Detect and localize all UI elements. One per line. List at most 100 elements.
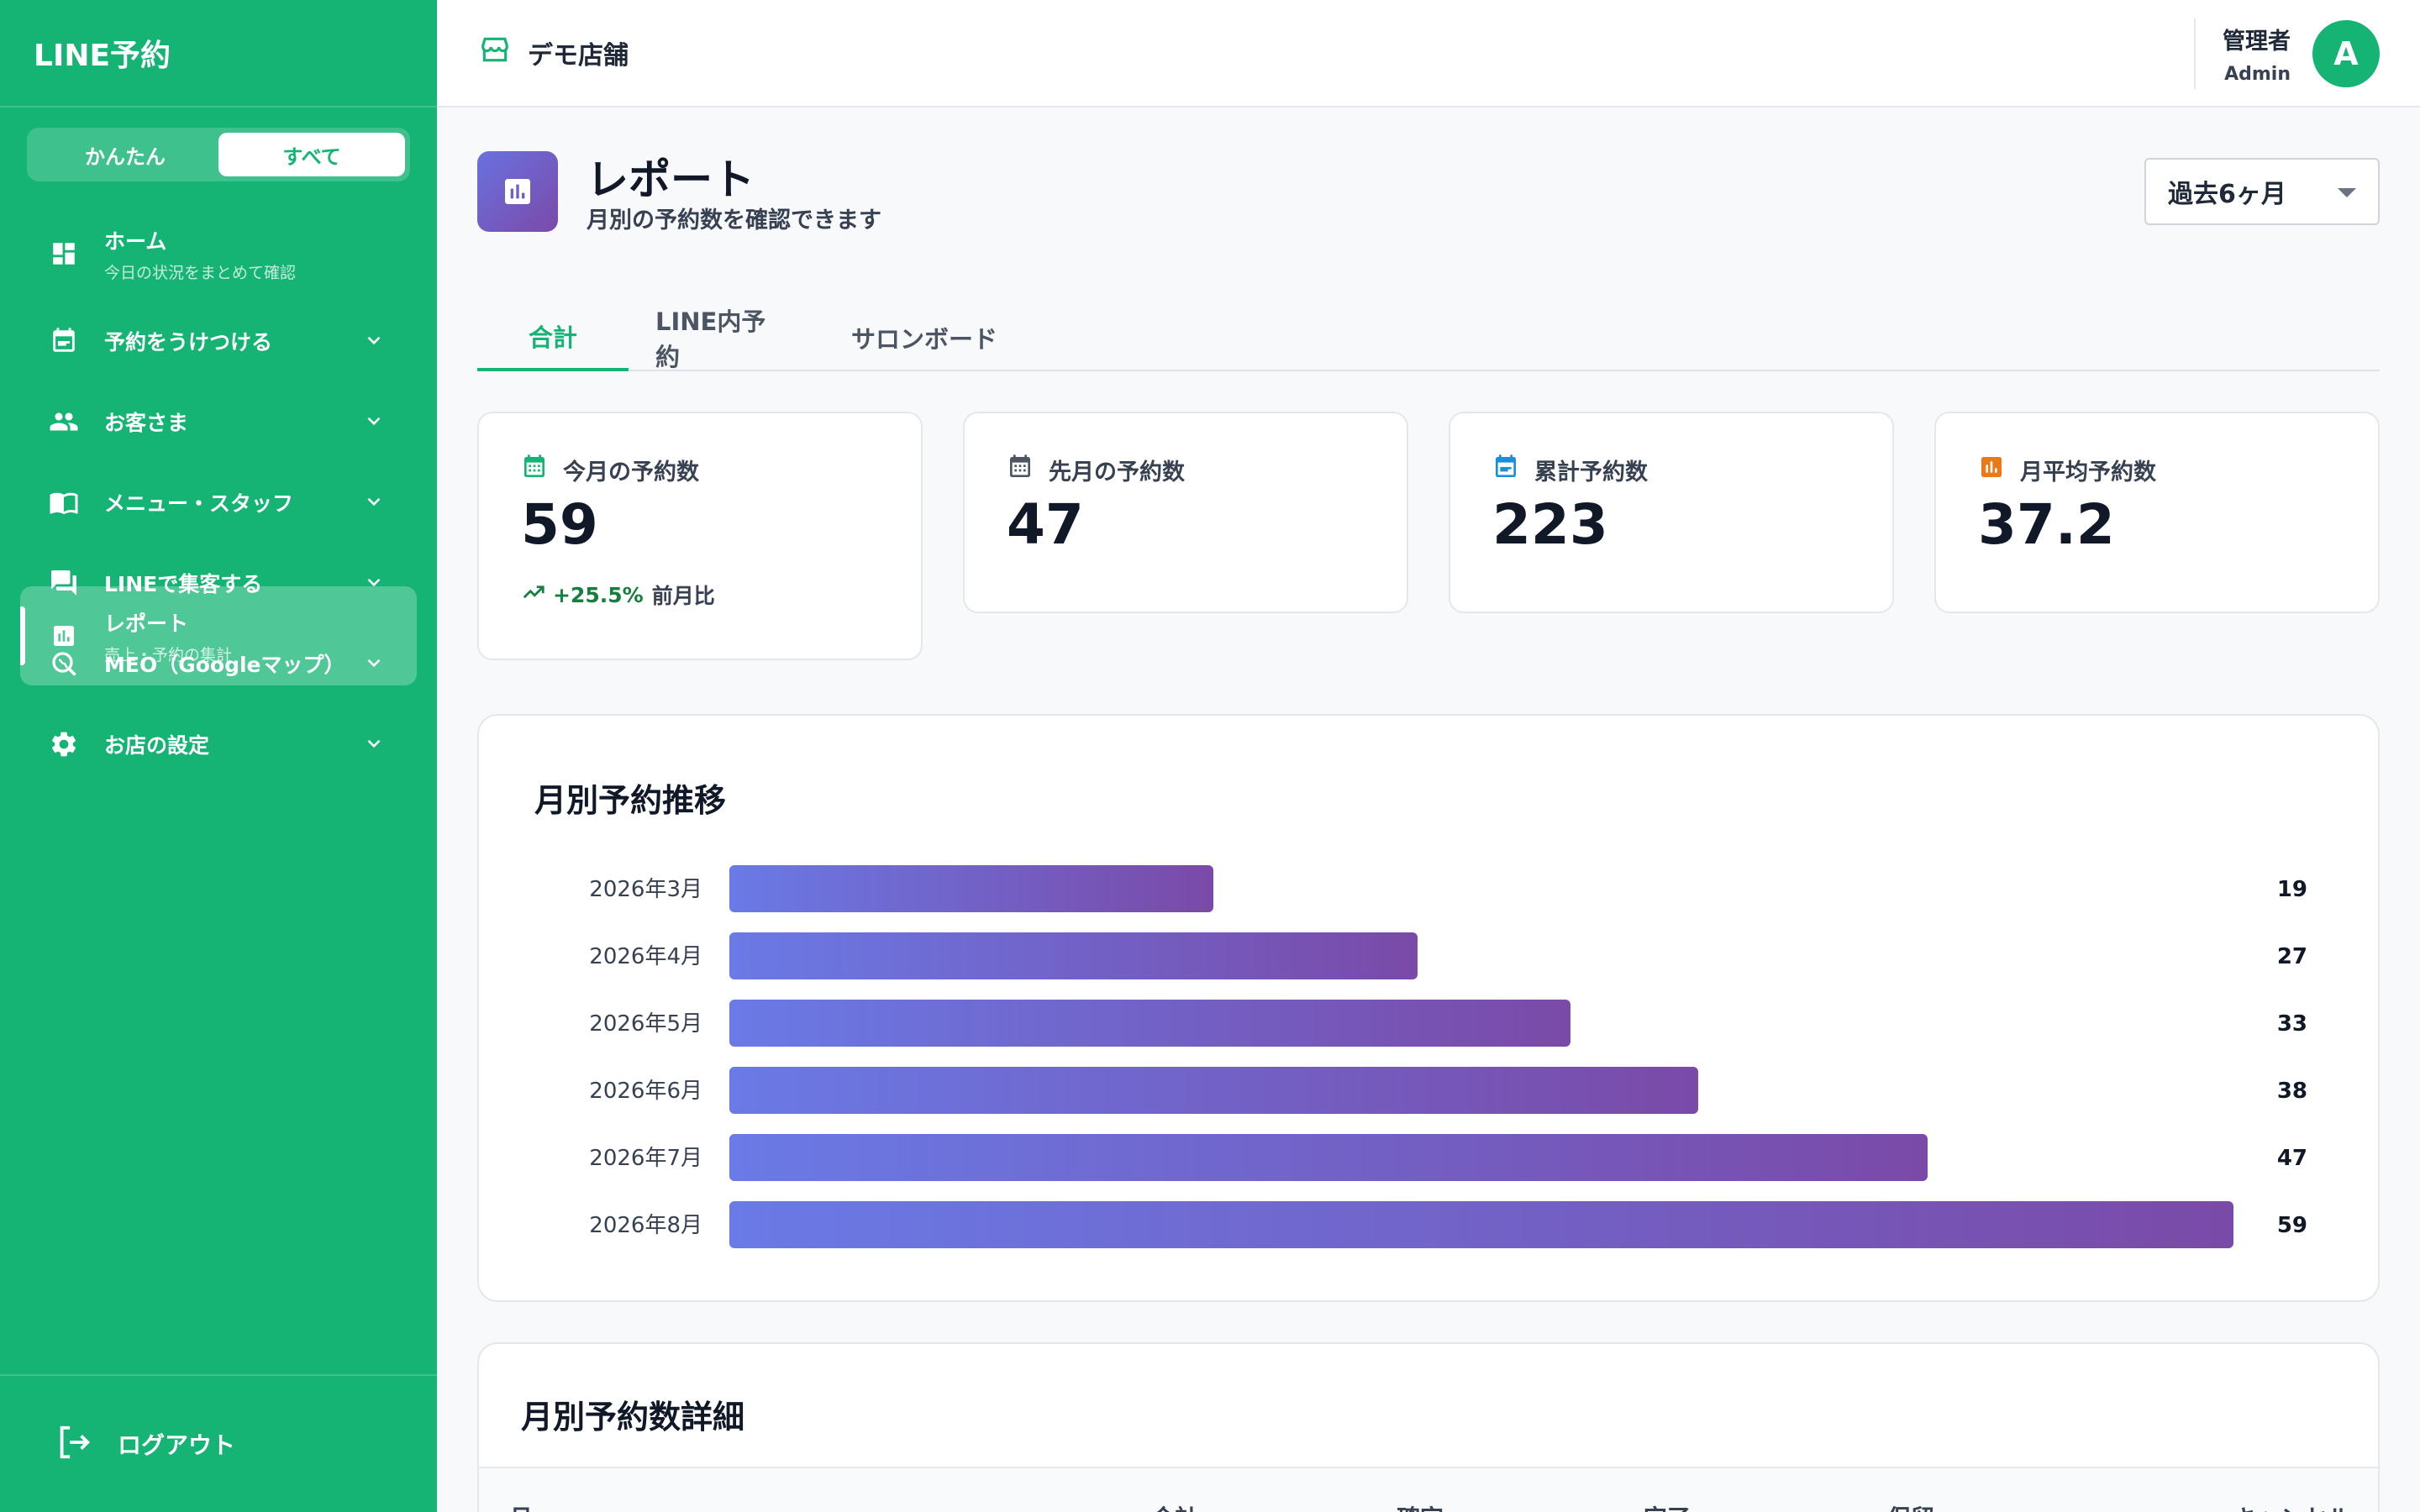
sidebar-item-home[interactable]: ホーム 今日の状況をまとめて確認 [0,207,437,301]
bar[interactable] [729,1134,1928,1181]
sidebar-nav: ホーム 今日の状況をまとめて確認 予約をうけつける お客さま メニュー・スタッフ [0,207,437,785]
report-tabs: 合計 LINE内予約 サロンボード [477,304,2380,371]
sidebar-item-label: お客さま [104,411,189,435]
user-role: 管理者 [2223,29,2291,55]
dropdown-caret-icon [2338,188,2356,197]
logout-icon [54,1423,92,1465]
bar-value-label: 59 [2277,1213,2307,1238]
stat-value: 47 [1007,492,1084,557]
tab-salon-board[interactable]: サロンボード [817,304,1032,371]
stat-card-average: 月平均予約数 37.2 [1934,412,2380,613]
sidebar-item-menu-staff[interactable]: メニュー・スタッフ [0,462,437,543]
stat-card-this-month: 今月の予約数 59 +25.5% 前月比 [477,412,923,660]
sidebar-item-report[interactable]: レポート 売上・予約の集計 [20,586,417,685]
user-name: Admin [2224,64,2291,85]
page-subtitle: 月別の予約数を確認できます [587,207,881,234]
table-title: 月別予約数詳細 [521,1399,745,1436]
stat-label: 累計予約数 [1534,459,1648,486]
chevron-down-icon[interactable] [363,491,385,516]
book-icon [47,486,81,519]
stat-trend-label: 前月比 [651,584,715,608]
stat-value: 37.2 [1978,492,2115,557]
column-header-cancelled[interactable]: キャンセル [2233,1500,2351,1512]
people-icon [47,405,81,438]
stat-card-total: 累計予約数 223 [1449,412,1894,613]
bar-category-label: 2026年7月 [589,1146,702,1171]
tab-line-reservations[interactable]: LINE内予約 [629,304,817,371]
calendar-icon [521,454,548,486]
bar-category-label: 2026年6月 [589,1079,702,1104]
calendar-icon [1007,454,1034,486]
monthly-bar-chart: 2026年3月 19 2026年4月 27 2026年5月 33 2026年6月 38 2026… [589,865,2307,1248]
column-header-month[interactable]: 月 [509,1500,533,1512]
shop-name: デモ店舗 [528,41,629,71]
dashboard-icon [47,237,81,270]
column-header-pending[interactable]: 保留 [1887,1500,1934,1512]
column-header-confirmed[interactable]: 確定 [1397,1500,1444,1512]
sidebar: LINE予約 かんたん すべて ホーム 今日の状況をまとめて確認 予約をうけつけ… [0,0,437,1512]
bar-category-label: 2026年3月 [589,877,702,902]
mode-simple-button[interactable]: かんたん [32,133,218,176]
calendar-icon [47,324,81,358]
sidebar-item-label: メニュー・スタッフ [104,491,294,516]
bar[interactable] [729,932,1418,979]
bar[interactable] [729,1201,2233,1248]
bar-value-label: 27 [2277,944,2307,969]
bar[interactable] [729,1000,1570,1047]
period-value: 過去6ヶ月 [2168,180,2286,209]
bar[interactable] [729,865,1213,912]
sidebar-item-label: ホーム [104,228,167,254]
sidebar-item-sublabel: 今日の状況をまとめて確認 [104,263,297,282]
stat-trend-percent: +25.5% [553,582,644,607]
chevron-down-icon[interactable] [363,329,385,354]
stat-label: 月平均予約数 [2020,459,2156,486]
stat-label: 先月の予約数 [1049,459,1185,486]
top-header: デモ店舗 管理者 Admin A [437,0,2420,108]
bar-value-label: 19 [2277,877,2307,902]
gear-icon [47,727,81,761]
report-icon [47,619,81,653]
header-divider [2194,18,2196,89]
bar-value-label: 33 [2277,1011,2307,1037]
tab-total[interactable]: 合計 [477,304,629,371]
stat-label: 今月の予約数 [563,459,699,486]
mode-all-button[interactable]: すべて [218,133,405,176]
bar-value-label: 38 [2277,1079,2307,1104]
column-header-completed[interactable]: 完了 [1644,1500,1691,1512]
user-menu[interactable]: 管理者 Admin A [2194,17,2380,91]
stat-card-last-month: 先月の予約数 47 [963,412,1408,613]
logout-button[interactable]: ログアウト [0,1374,437,1512]
bar-category-label: 2026年5月 [589,1011,702,1037]
period-select[interactable]: 過去6ヶ月 [2144,158,2380,225]
bar-category-label: 2026年8月 [589,1213,702,1238]
sidebar-item-reservations[interactable]: 予約をうけつける [0,301,437,381]
sidebar-item-customers[interactable]: お客さま [0,381,437,462]
bar[interactable] [729,1067,1698,1114]
logout-label: ログアウト [118,1431,236,1459]
bar-category-label: 2026年4月 [589,944,702,969]
event-note-icon [1492,454,1519,486]
sidebar-item-sublabel: 売上・予約の集計 [104,645,233,664]
page-title: レポート [587,155,755,204]
sidebar-item-label: レポート [104,611,189,636]
column-header-total[interactable]: 合計 [1151,1500,1198,1512]
shop-selector[interactable]: デモ店舗 [479,34,629,72]
chevron-down-icon[interactable] [363,732,385,758]
chevron-down-icon[interactable] [363,410,385,435]
store-icon [479,34,511,72]
bar-chart-icon [1978,454,2005,486]
avatar[interactable]: A [2312,20,2380,87]
app-title[interactable]: LINE予約 [0,0,437,108]
trending-up-icon [521,580,546,610]
bar-value-label: 47 [2277,1146,2307,1171]
stat-value: 59 [521,492,598,557]
monthly-detail-panel: 月別予約数詳細 月 合計 確定 完了 保留 キャンセル [477,1342,2380,1512]
sidebar-item-label: 予約をうけつける [104,330,273,354]
mode-toggle: かんたん すべて [27,128,410,181]
table-header: 月 合計 確定 完了 保留 キャンセル [479,1467,2378,1512]
sidebar-item-label: お店の設定 [104,733,210,758]
stat-trend: +25.5% 前月比 [521,580,715,610]
sidebar-item-shop-settings[interactable]: お店の設定 [0,704,437,785]
monthly-chart-panel: 月別予約推移 2026年3月 19 2026年4月 27 2026年5月 33 2026年6… [477,714,2380,1302]
report-icon [477,151,558,232]
